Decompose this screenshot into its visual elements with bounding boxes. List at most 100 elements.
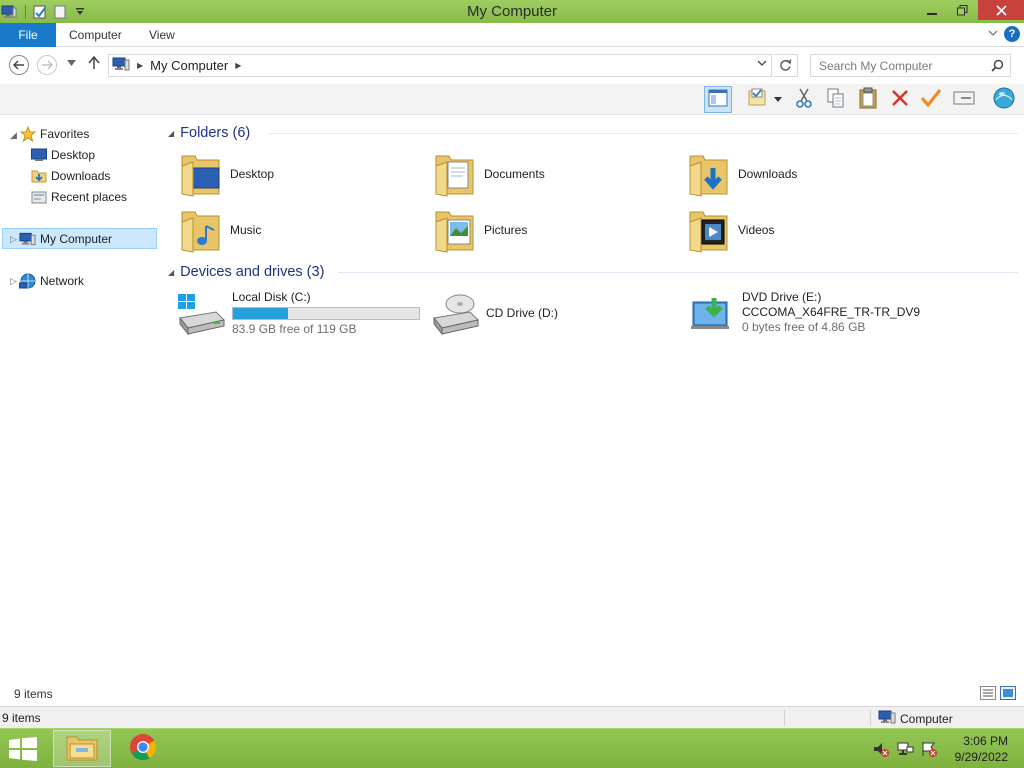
rename-button[interactable] [917, 86, 945, 113]
forward-button[interactable] [37, 55, 57, 75]
globe-button[interactable] [990, 86, 1018, 113]
restore-button[interactable] [947, 0, 978, 20]
cut-icon [795, 88, 813, 111]
up-button[interactable] [88, 55, 100, 73]
refresh-button[interactable] [774, 54, 798, 77]
expand-my-computer-icon[interactable]: ▷ [10, 234, 17, 245]
taskbar-chrome[interactable] [114, 730, 172, 767]
downloads-folder-icon [30, 168, 47, 184]
title-bar: My Computer [0, 0, 1024, 23]
network-tray-icon[interactable] [896, 741, 914, 760]
rename-icon [920, 88, 942, 111]
nav-network[interactable]: Network [19, 270, 84, 291]
help-icon[interactable]: ? [1004, 26, 1020, 42]
folder-item-documents[interactable]: Documents [432, 148, 545, 200]
volume-muted-icon[interactable] [872, 741, 890, 760]
computer-icon [19, 231, 36, 247]
search-input[interactable] [819, 56, 989, 75]
details-view-icon[interactable] [980, 686, 996, 703]
nav-item-downloads[interactable]: Downloads [30, 165, 110, 186]
tab-computer[interactable]: Computer [69, 23, 122, 47]
breadcrumb-separator-icon[interactable]: ▶ [235, 61, 241, 70]
clock-date: 9/29/2022 [954, 750, 1008, 764]
paste-button[interactable] [854, 86, 882, 113]
large-icons-view-icon[interactable] [1000, 686, 1016, 703]
collapse-group-icon[interactable]: ◢ [168, 268, 174, 277]
navigation-pane: ◢ Favorites Desktop Downloads Recent pla… [0, 115, 160, 683]
dvd-drive-icon [686, 288, 736, 338]
windows-logo-icon [8, 737, 38, 764]
folders-group-title: Folders (6) [180, 125, 251, 141]
breadcrumb-separator-icon[interactable]: ▶ [137, 61, 143, 70]
search-icon[interactable] [991, 59, 1004, 75]
properties-dropdown-icon[interactable] [770, 86, 786, 113]
network-icon [19, 273, 36, 289]
expand-ribbon-icon[interactable] [988, 28, 998, 40]
close-button[interactable] [978, 0, 1024, 20]
folder-item-pictures[interactable]: Pictures [432, 204, 527, 256]
status-zone-label: Computer [900, 711, 953, 726]
search-box[interactable] [810, 54, 1011, 77]
folder-item-downloads[interactable]: Downloads [686, 148, 797, 200]
folder-name: Pictures [484, 223, 528, 237]
nav-item-desktop[interactable]: Desktop [30, 144, 95, 165]
delete-button[interactable] [886, 86, 914, 113]
drive-name: DVD Drive (E:) [742, 290, 822, 304]
pictures-folder-icon [432, 205, 478, 255]
delete-icon [890, 88, 910, 111]
minimize-button[interactable] [916, 0, 947, 20]
cut-button[interactable] [790, 86, 818, 113]
drive-free-space: 83.9 GB free of 119 GB [232, 322, 357, 336]
address-dropdown-icon[interactable] [757, 59, 767, 70]
tab-view[interactable]: View [149, 23, 175, 47]
folder-item-desktop[interactable]: Desktop [178, 148, 274, 200]
drive-item-local-disk[interactable]: Local Disk (C:) 83.9 GB free of 119 GB [176, 288, 426, 340]
map-drive-button[interactable] [950, 86, 978, 113]
folders-group-header[interactable]: ◢ Folders (6) [168, 123, 1018, 143]
drives-group-header[interactable]: ◢ Devices and drives (3) [168, 262, 1018, 282]
properties-button[interactable] [744, 86, 772, 113]
drive-item-cd-drive[interactable]: CD Drive (D:) [430, 288, 680, 340]
collapse-favorites-icon[interactable]: ◢ [10, 130, 17, 141]
folder-item-videos[interactable]: Videos [686, 204, 774, 256]
nav-favorites[interactable]: Favorites [19, 123, 89, 144]
copy-button[interactable] [822, 86, 850, 113]
music-folder-icon [178, 205, 224, 255]
taskbar-file-explorer[interactable] [53, 730, 111, 767]
status-divider [870, 710, 871, 726]
taskbar-clock[interactable]: 3:06 PM 9/29/2022 [955, 733, 1008, 765]
nav-my-computer[interactable]: My Computer [19, 228, 112, 249]
preview-pane-button[interactable] [704, 86, 732, 113]
file-explorer-icon [66, 733, 98, 764]
desktop-folder-icon [178, 149, 224, 199]
back-button[interactable] [9, 55, 29, 75]
nav-item-recent-places[interactable]: Recent places [30, 186, 127, 207]
chrome-icon [128, 732, 158, 765]
drive-free-space: 0 bytes free of 4.86 GB [742, 320, 866, 334]
ribbon-tabs: File Computer View ? [0, 23, 1024, 47]
nav-item-label: Desktop [51, 147, 96, 162]
system-tray [872, 741, 938, 760]
folder-item-music[interactable]: Music [178, 204, 261, 256]
nav-my-computer-label: My Computer [40, 231, 113, 246]
breadcrumb-my-computer[interactable]: My Computer [150, 58, 228, 73]
nav-item-label: Downloads [51, 168, 111, 183]
tab-file[interactable]: File [0, 23, 56, 47]
group-divider [268, 133, 1018, 134]
address-bar[interactable]: ▶ My Computer ▶ [108, 54, 772, 77]
action-center-icon[interactable] [920, 741, 938, 760]
drive-usage-fill [233, 308, 288, 319]
computer-icon [878, 710, 896, 727]
recent-places-icon [30, 189, 47, 205]
view-toggle [980, 686, 1016, 703]
drive-item-dvd-drive[interactable]: DVD Drive (E:) CCCOMA_X64FRE_TR-TR_DV9 0… [686, 288, 986, 340]
collapse-group-icon[interactable]: ◢ [168, 129, 174, 138]
folder-name: Music [230, 223, 262, 237]
drive-volume-label: CCCOMA_X64FRE_TR-TR_DV9 [742, 305, 921, 319]
recent-locations-icon[interactable] [67, 58, 76, 69]
start-button[interactable] [8, 737, 38, 764]
folder-name: Downloads [738, 167, 798, 181]
expand-network-icon[interactable]: ▷ [10, 276, 17, 287]
status-zone: Computer [878, 710, 953, 727]
content-area: ◢ Folders (6) Desktop Documents Download… [160, 115, 1024, 683]
